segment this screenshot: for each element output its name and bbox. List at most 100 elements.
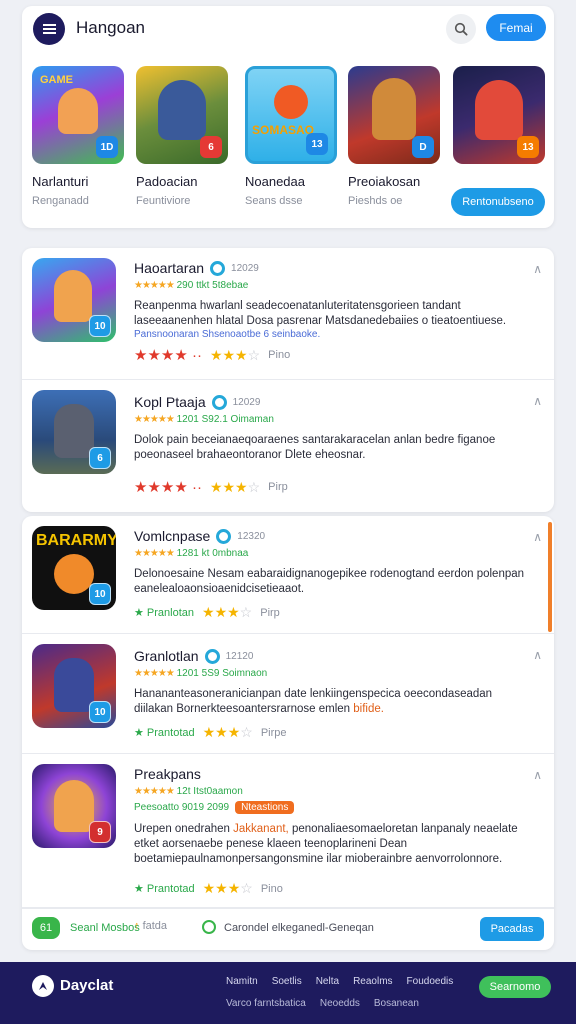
footer-button[interactable]: Searnomo xyxy=(479,976,551,998)
yellow-stars-icon: ★★★☆ xyxy=(202,880,253,896)
app-thumbnail: BARARMY 10 xyxy=(32,526,116,610)
app-title: Kopl Ptaaja xyxy=(134,394,206,410)
red-stars-icon: ★★★★ ·· xyxy=(134,347,202,364)
chevron-up-icon[interactable]: ∧ xyxy=(533,648,542,662)
list-item-body: Preakpans ★★★★★ 12t Itst0aamon Peesoatto… xyxy=(134,766,530,867)
green-tag: ★ Prantotad xyxy=(134,883,195,895)
promo-badge: Nteastions xyxy=(235,801,295,814)
verified-icon xyxy=(204,648,220,664)
chevron-up-icon[interactable]: ∧ xyxy=(533,768,542,782)
count-pill[interactable]: 61 xyxy=(32,917,60,939)
star-rating-icon: ★★★★★ xyxy=(134,414,175,425)
yellow-stars-icon: ★★★☆ xyxy=(202,724,253,740)
chevron-up-icon[interactable]: ∧ xyxy=(533,394,542,408)
verified-icon xyxy=(216,528,232,544)
app-stats-text: 1281 kt 0mbnaa xyxy=(176,548,249,559)
app-count: 12320 xyxy=(237,530,266,542)
app-thumbnail: 10 xyxy=(32,258,116,342)
app-count: 12029 xyxy=(231,262,259,274)
footer-link[interactable]: Bosanean xyxy=(374,998,419,1009)
list-item-body: Granlotlan 12120 ★★★★★ 1201 5S9 Soimnaon … xyxy=(134,648,530,717)
featured-sub: Pieshds oe xyxy=(348,195,403,207)
search-icon xyxy=(454,22,468,36)
hamburger-icon xyxy=(42,28,56,30)
red-stars-icon: ★★★★ ·· xyxy=(134,479,202,496)
game-thumbnail: D xyxy=(348,66,440,164)
rating-row: ★ Prantotad ★★★☆ Pino xyxy=(134,880,283,897)
rating-row: ★ Prantotad ★★★☆ Pirpe xyxy=(134,724,287,741)
game-thumbnail: 6 xyxy=(136,66,228,164)
header-action-button[interactable]: Femai xyxy=(486,14,546,41)
app-thumbnail: 10 xyxy=(32,644,116,728)
footer-link[interactable]: Foudoedis xyxy=(407,976,454,987)
featured-item[interactable]: SOMASAO 13 Noanedaa Seans dsse xyxy=(245,66,340,207)
yellow-stars-icon: ★★★☆ xyxy=(209,346,261,363)
game-badge: D xyxy=(412,136,434,158)
footer-link[interactable]: Nelta xyxy=(316,976,339,987)
app-list-section: BARARMY 10 Vomlcnpase 12320 ★★★★★ 1281 kt… xyxy=(22,516,554,950)
featured-item[interactable]: 13 xyxy=(453,66,548,164)
list-item[interactable]: 6 Kopl Ptaaja 12029 ★★★★★ 1201 S92.1 Oima… xyxy=(22,380,554,512)
footer-link[interactable]: Namitn xyxy=(226,976,258,987)
yellow-stars-icon: ★★★☆ xyxy=(209,478,261,495)
app-stats-secondary: Peesoatto 9019 2099 Nteastions xyxy=(134,801,530,814)
list-item[interactable]: 10 Haoartaran 12029 ★★★★★ 290 ttkt 5t8eba… xyxy=(22,248,554,380)
verified-icon xyxy=(210,260,226,276)
strip-description: Carondel elkeganedl-Geneqan xyxy=(224,922,374,934)
featured-cta-button[interactable]: Rentonubseno xyxy=(451,188,545,216)
rating-label: Pino xyxy=(268,349,291,361)
footer-links-secondary: Varco farntsbatica Neoedds Bosanean xyxy=(226,998,419,1009)
rating-row: ★★★★ ·· ★★★☆ Pino xyxy=(134,346,291,365)
list-item[interactable]: BARARMY 10 Vomlcnpase 12320 ★★★★★ 1281 kt… xyxy=(22,516,554,634)
strip-button[interactable]: Pacadas xyxy=(480,917,544,941)
menu-button[interactable] xyxy=(33,13,65,45)
featured-name: Noanedaa xyxy=(245,174,305,189)
verified-icon xyxy=(211,394,227,410)
app-tags: Pansnoonaran Shsenoaotbe 6 seinbaoke. xyxy=(134,329,321,340)
featured-item[interactable]: 6 Padoacian Feuntiviore xyxy=(136,66,231,207)
game-thumbnail: 13 xyxy=(453,66,545,164)
footer-link[interactable]: Soetlis xyxy=(272,976,302,987)
app-badge: 10 xyxy=(89,315,111,337)
featured-name: Preoiakosan xyxy=(348,174,421,189)
refresh-icon[interactable] xyxy=(202,920,216,934)
app-title: Haoartaran xyxy=(134,260,205,276)
footer-links: Namitn Soetlis Nelta Reaolms Foudoedis xyxy=(226,976,453,987)
strip-note: ↑ fatda xyxy=(134,920,168,932)
featured-item[interactable]: GAME 1D Narlanturi Renganadd xyxy=(32,66,127,207)
strip-label[interactable]: Seanl Mosbos xyxy=(70,922,140,934)
highlight-text: bifide. xyxy=(353,703,384,715)
rating-label: Pirp xyxy=(268,481,288,493)
footer-link[interactable]: Reaolms xyxy=(353,976,392,987)
footer-link[interactable]: Neoedds xyxy=(320,998,360,1009)
highlight-text: Jakkanant, xyxy=(233,823,289,835)
search-button[interactable] xyxy=(446,14,476,44)
app-title: Granlotlan xyxy=(134,648,199,664)
list-item-body: Haoartaran 12029 ★★★★★ 290 ttkt 5t8ebae R… xyxy=(134,260,530,340)
app-title: Preakpans xyxy=(134,766,201,782)
list-item-body: Kopl Ptaaja 12029 ★★★★★ 1201 S92.1 Oimama… xyxy=(134,394,530,463)
featured-sub: Seans dsse xyxy=(245,195,303,207)
app-stats: ★★★★★ 1201 S92.1 Oimaman xyxy=(134,414,530,425)
featured-item[interactable]: D Preoiakosan Pieshds oe xyxy=(348,66,443,207)
list-item[interactable]: 10 Granlotlan 12120 ★★★★★ 1201 5S9 Soimna… xyxy=(22,634,554,754)
list-item-body: Vomlcnpase 12320 ★★★★★ 1281 kt 0mbnaa Del… xyxy=(134,528,530,597)
header-card: Hangoan Femai GAME 1D Narlanturi Rengana… xyxy=(22,6,554,228)
list-item[interactable]: 9 Preakpans ★★★★★ 12t Itst0aamon Peesoat… xyxy=(22,754,554,908)
featured-sub: Renganadd xyxy=(32,195,89,207)
game-badge: 6 xyxy=(200,136,222,158)
chevron-up-icon[interactable]: ∧ xyxy=(533,530,542,544)
app-count: 12120 xyxy=(225,650,254,662)
star-rating-icon: ★★★★★ xyxy=(134,548,175,559)
footer-link[interactable]: Varco farntsbatica xyxy=(226,998,306,1009)
app-description: Urepen onedrahen Jakkanant, penonaliaeso… xyxy=(134,823,518,865)
app-description: Hanananteasoneranicianpan date lenkiinge… xyxy=(134,688,493,715)
chevron-up-icon[interactable]: ∧ xyxy=(533,262,542,276)
rating-label: Pirpe xyxy=(260,726,287,739)
app-title: Vomlcnpase xyxy=(134,528,211,544)
app-title: Hangoan xyxy=(76,18,146,37)
featured-sub: Feuntiviore xyxy=(136,195,191,207)
featured-name: Narlanturi xyxy=(32,174,89,189)
app-stats: ★★★★★ 290 ttkt 5t8ebae xyxy=(134,280,530,291)
app-list-section: 10 Haoartaran 12029 ★★★★★ 290 ttkt 5t8eba… xyxy=(22,248,554,512)
